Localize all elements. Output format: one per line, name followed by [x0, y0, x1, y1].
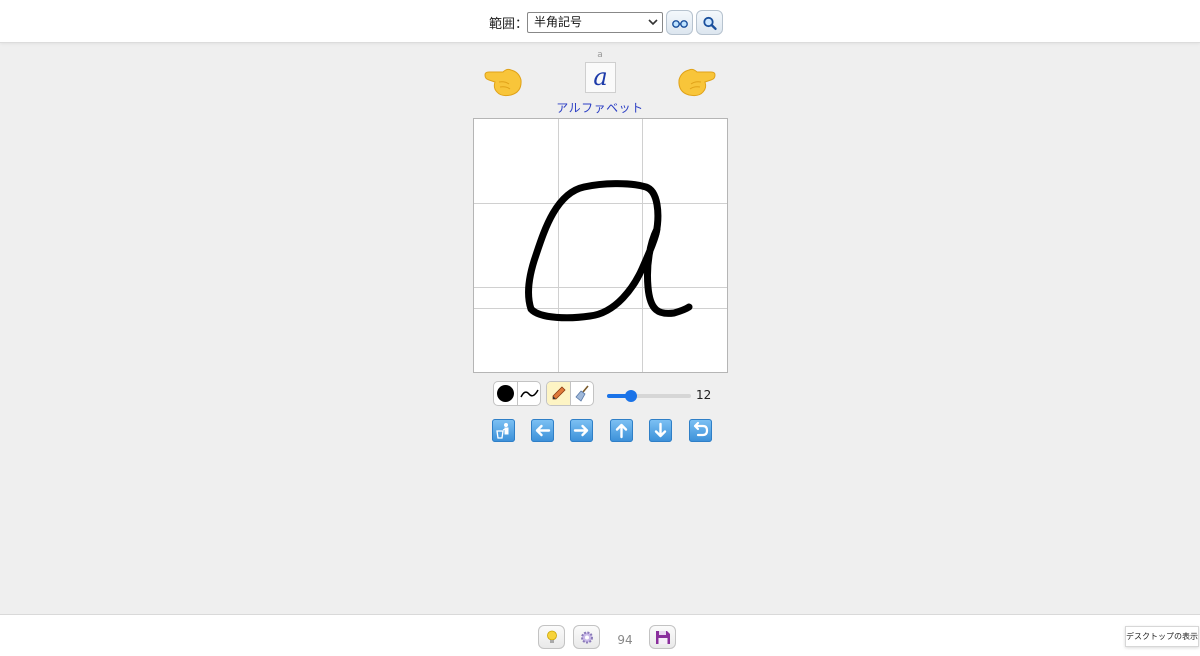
character-count: 94: [617, 633, 633, 647]
clear-button[interactable]: [492, 419, 515, 442]
arrow-down-icon: [654, 422, 667, 438]
curve-stroke-icon: [520, 389, 539, 398]
chevron-down-icon: [648, 19, 658, 26]
return-arrow-icon: [693, 421, 709, 437]
drawing-canvas[interactable]: [473, 118, 728, 373]
shift-left-button[interactable]: [531, 419, 554, 442]
stroke-size-value: 12: [696, 388, 712, 402]
settings-button[interactable]: [573, 625, 600, 649]
pencil-icon: [552, 386, 566, 400]
search-button[interactable]: [696, 10, 723, 35]
previous-character-button[interactable]: [483, 62, 523, 98]
shift-up-button[interactable]: [610, 419, 633, 442]
shift-right-button[interactable]: [570, 419, 593, 442]
brush-style-button[interactable]: [517, 382, 540, 405]
broom-icon: [575, 385, 589, 402]
hint-button[interactable]: [538, 625, 565, 649]
glasses-button[interactable]: [666, 10, 693, 35]
color-brush-group: [493, 381, 541, 406]
range-select[interactable]: 半角記号: [527, 12, 663, 33]
person-trash-icon: [496, 423, 509, 439]
range-label: 範囲：: [489, 17, 529, 32]
arrow-up-icon: [615, 423, 628, 439]
next-character-button[interactable]: [677, 62, 717, 98]
slider-thumb[interactable]: [625, 390, 637, 402]
pointing-right-hand-icon: [678, 68, 716, 97]
canvas-drawing: [474, 119, 727, 372]
canvas-grid: [474, 119, 727, 372]
top-toolbar: 範囲： 半角記号: [0, 0, 1200, 43]
black-dot-icon: [497, 385, 514, 402]
character-glyph: a: [585, 62, 616, 93]
pen-eraser-group: [546, 381, 594, 406]
undo-button[interactable]: [689, 419, 712, 442]
footer-bar: 94: [0, 614, 1200, 656]
show-desktop-tooltip: デスクトップの表示: [1125, 626, 1199, 647]
eraser-tool-button[interactable]: [570, 382, 593, 405]
pointing-left-hand-icon: [484, 68, 522, 97]
floppy-disk-icon: [656, 631, 670, 644]
range-select-value: 半角記号: [534, 15, 583, 29]
arrow-left-icon: [535, 424, 551, 437]
stroke-size-slider[interactable]: [607, 390, 691, 402]
character-category: アルファベット: [556, 101, 644, 115]
character-small-label: a: [597, 50, 603, 60]
shift-down-button[interactable]: [649, 419, 672, 442]
gear-icon: [581, 631, 593, 644]
glasses-icon: [672, 20, 688, 28]
arrow-right-icon: [573, 424, 589, 437]
save-button[interactable]: [649, 625, 676, 649]
lightbulb-icon: [547, 630, 557, 643]
pencil-tool-button[interactable]: [547, 382, 570, 405]
color-picker[interactable]: [494, 382, 517, 405]
search-icon: [703, 16, 717, 30]
